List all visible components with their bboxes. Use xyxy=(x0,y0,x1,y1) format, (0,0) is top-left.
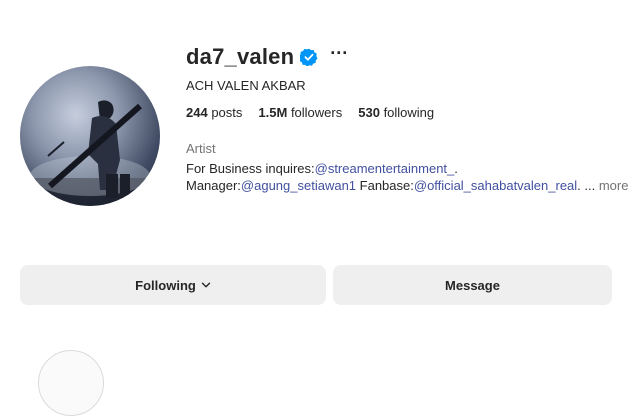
following-stat[interactable]: 530 following xyxy=(358,105,434,120)
verified-badge-icon xyxy=(300,48,318,66)
bio-more-link[interactable]: more xyxy=(599,178,629,193)
profile-stats: 244 posts 1.5M followers 530 following xyxy=(186,105,450,120)
bio-mention-business[interactable]: @streamentertainment_ xyxy=(315,161,455,176)
profile-username: da7_valen xyxy=(186,44,295,69)
bio-line-2: Manager:@agung_setiawan1 Fanbase:@offici… xyxy=(186,178,628,193)
avatar-photo xyxy=(20,100,160,206)
profile-category: Artist xyxy=(186,141,216,156)
bio-ellipsis: . ... xyxy=(577,178,599,193)
posts-label: posts xyxy=(211,105,243,120)
message-button[interactable]: Message xyxy=(333,265,612,305)
following-label: following xyxy=(383,105,435,120)
bio-mention-manager[interactable]: @agung_setiawan1 xyxy=(241,178,356,193)
bio-fanbase-text: Fanbase: xyxy=(356,178,414,193)
followers-label: followers xyxy=(290,105,343,120)
following-button-label: Following xyxy=(135,277,196,293)
followers-stat[interactable]: 1.5M followers xyxy=(258,105,342,120)
more-options-icon[interactable]: ··· xyxy=(330,44,348,66)
bio-business-text: For Business inquires: xyxy=(186,161,315,176)
username-row: da7_valen ··· xyxy=(186,44,348,70)
message-button-label: Message xyxy=(445,277,500,293)
chevron-down-icon xyxy=(201,282,211,288)
profile-full-name: ACH VALEN AKBAR xyxy=(186,78,306,93)
posts-count: 244 xyxy=(186,105,208,120)
bio-line-1: For Business inquires:@streamentertainme… xyxy=(186,161,458,176)
followers-count: 1.5M xyxy=(258,105,288,120)
posts-stat: 244 posts xyxy=(186,105,242,120)
bio-line1-end: . xyxy=(454,161,458,176)
bio-manager-text: Manager: xyxy=(186,178,241,193)
bio-mention-fanbase[interactable]: @official_sahabatvalen_real xyxy=(414,178,577,193)
following-count: 530 xyxy=(358,105,380,120)
following-button[interactable]: Following xyxy=(20,265,326,305)
profile-avatar[interactable] xyxy=(20,66,160,206)
